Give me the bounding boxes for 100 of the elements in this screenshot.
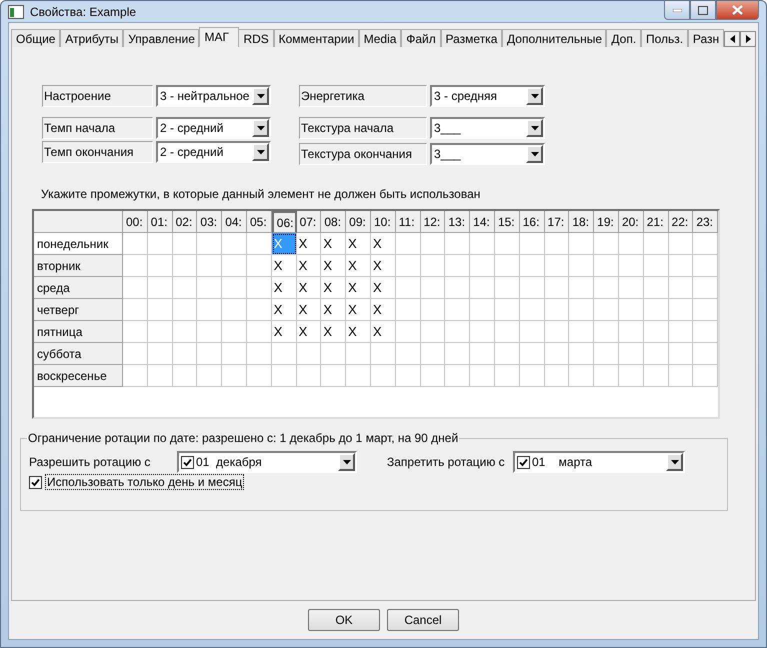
grid-cell[interactable] bbox=[123, 277, 148, 299]
grid-cell[interactable] bbox=[618, 321, 644, 343]
dialog-button[interactable]: Cancel bbox=[387, 609, 459, 631]
grid-cell[interactable] bbox=[272, 343, 297, 365]
column-header[interactable]: 23: bbox=[693, 211, 718, 233]
grid-cell[interactable] bbox=[644, 233, 669, 255]
dropdown-button[interactable] bbox=[338, 453, 355, 471]
grid-cell[interactable] bbox=[618, 299, 644, 321]
grid-cell[interactable] bbox=[644, 321, 669, 343]
tab[interactable]: Комментарии bbox=[274, 29, 359, 47]
grid-cell[interactable] bbox=[569, 233, 594, 255]
grid-cell[interactable] bbox=[172, 277, 198, 299]
grid-cell[interactable] bbox=[246, 321, 272, 343]
grid-cell[interactable] bbox=[569, 365, 594, 387]
dropdown-button[interactable] bbox=[666, 453, 683, 471]
grid-cell[interactable] bbox=[618, 365, 644, 387]
grid-cell[interactable] bbox=[644, 343, 669, 365]
grid-cell[interactable] bbox=[668, 277, 694, 299]
grid-cell[interactable] bbox=[420, 365, 446, 387]
row-header[interactable]: пятница bbox=[34, 321, 123, 343]
grid-cell[interactable] bbox=[445, 277, 470, 299]
grid-cell[interactable] bbox=[321, 343, 346, 365]
grid-cell[interactable] bbox=[644, 255, 669, 277]
scroll-left-button[interactable] bbox=[724, 31, 740, 47]
grid-cell[interactable] bbox=[197, 299, 222, 321]
grid-cell[interactable] bbox=[197, 321, 222, 343]
grid-cell[interactable] bbox=[544, 255, 570, 277]
grid-cell[interactable] bbox=[520, 277, 545, 299]
grid-cell[interactable] bbox=[148, 255, 173, 277]
column-header[interactable]: 05: bbox=[246, 211, 272, 233]
grid-cell[interactable] bbox=[594, 299, 619, 321]
grid-cell[interactable]: X bbox=[346, 277, 371, 299]
grid-cell[interactable] bbox=[668, 299, 694, 321]
grid-cell[interactable] bbox=[445, 321, 470, 343]
grid-cell[interactable]: X bbox=[346, 255, 371, 277]
grid-cell[interactable] bbox=[644, 277, 669, 299]
grid-cell[interactable]: X bbox=[346, 233, 371, 255]
grid-cell[interactable] bbox=[569, 321, 594, 343]
grid-cell[interactable] bbox=[520, 233, 545, 255]
grid-cell[interactable] bbox=[420, 299, 446, 321]
dropdown-button[interactable] bbox=[252, 87, 269, 105]
grid-cell[interactable] bbox=[396, 255, 421, 277]
grid-cell[interactable]: X bbox=[272, 321, 297, 343]
grid-cell[interactable] bbox=[370, 343, 396, 365]
dropdown[interactable]: 3 - нейтральное bbox=[156, 85, 271, 107]
grid-cell[interactable] bbox=[148, 299, 173, 321]
tab[interactable]: Управление bbox=[123, 29, 200, 47]
grid-cell[interactable]: X bbox=[272, 255, 297, 277]
grid-cell[interactable] bbox=[668, 343, 694, 365]
grid-cell[interactable] bbox=[470, 255, 495, 277]
grid-cell[interactable] bbox=[668, 365, 694, 387]
grid-cell[interactable] bbox=[420, 321, 446, 343]
column-header[interactable]: 08: bbox=[321, 211, 346, 233]
grid-cell[interactable] bbox=[544, 365, 570, 387]
grid-cell[interactable]: X bbox=[346, 299, 371, 321]
grid-cell[interactable] bbox=[420, 233, 446, 255]
grid-cell[interactable] bbox=[494, 343, 520, 365]
grid-cell[interactable] bbox=[594, 277, 619, 299]
column-header[interactable]: 02: bbox=[172, 211, 198, 233]
column-header[interactable]: 16: bbox=[520, 211, 545, 233]
column-header[interactable]: 00: bbox=[123, 211, 148, 233]
grid-cell[interactable] bbox=[197, 233, 222, 255]
tab[interactable]: МАГ bbox=[199, 27, 240, 47]
grid-cell[interactable] bbox=[197, 277, 222, 299]
grid-cell[interactable] bbox=[396, 321, 421, 343]
grid-cell[interactable] bbox=[544, 277, 570, 299]
grid-cell[interactable] bbox=[123, 365, 148, 387]
grid-cell[interactable] bbox=[445, 299, 470, 321]
grid-cell[interactable] bbox=[123, 299, 148, 321]
grid-cell[interactable] bbox=[222, 343, 247, 365]
column-header[interactable]: 19: bbox=[594, 211, 619, 233]
dropdown-button[interactable] bbox=[252, 119, 269, 137]
column-header[interactable]: 18: bbox=[569, 211, 594, 233]
row-header[interactable]: вторник bbox=[34, 255, 123, 277]
grid-cell[interactable] bbox=[296, 343, 322, 365]
grid-cell[interactable]: X bbox=[296, 299, 322, 321]
grid-cell[interactable]: X bbox=[272, 299, 297, 321]
tab[interactable]: Доп. bbox=[606, 29, 641, 47]
grid-cell[interactable] bbox=[197, 255, 222, 277]
grid-cell[interactable] bbox=[246, 233, 272, 255]
grid-cell[interactable] bbox=[246, 299, 272, 321]
checkbox[interactable] bbox=[181, 456, 194, 468]
grid-cell[interactable] bbox=[222, 299, 247, 321]
minimize-button[interactable] bbox=[664, 1, 690, 20]
grid-cell[interactable] bbox=[172, 365, 198, 387]
column-header[interactable]: 22: bbox=[668, 211, 694, 233]
dropdown-button[interactable] bbox=[526, 119, 543, 137]
grid-cell[interactable] bbox=[470, 277, 495, 299]
grid-cell[interactable]: X bbox=[296, 277, 322, 299]
maximize-button[interactable] bbox=[690, 1, 716, 20]
grid-cell[interactable] bbox=[445, 255, 470, 277]
column-header[interactable]: 15: bbox=[494, 211, 520, 233]
grid-cell[interactable] bbox=[197, 365, 222, 387]
column-header[interactable]: 06: bbox=[272, 211, 297, 233]
grid-cell[interactable] bbox=[246, 255, 272, 277]
row-header[interactable]: воскресенье bbox=[34, 365, 123, 387]
checkbox[interactable] bbox=[29, 476, 42, 488]
grid-cell[interactable] bbox=[148, 233, 173, 255]
grid-cell[interactable] bbox=[123, 321, 148, 343]
grid-cell[interactable] bbox=[520, 255, 545, 277]
